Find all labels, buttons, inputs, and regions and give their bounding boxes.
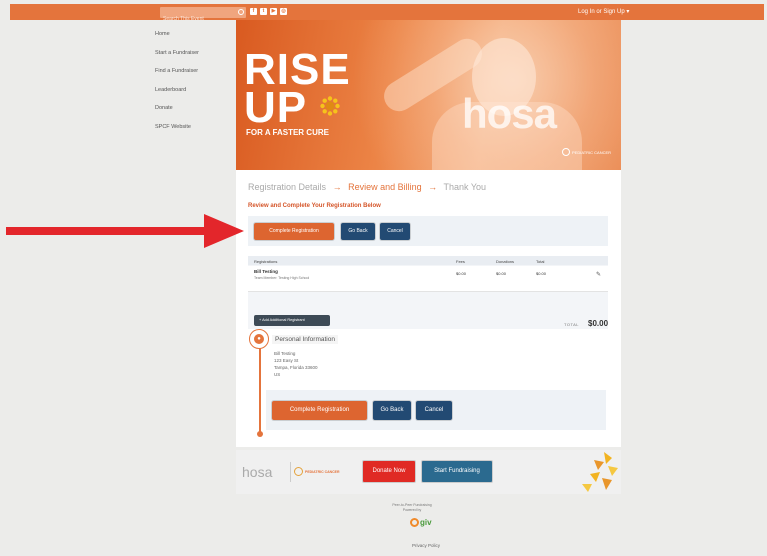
personal-info-city: Tampa, Florida 33600 — [274, 365, 318, 370]
step-thank-you: Thank You — [443, 182, 487, 192]
login-signup-link[interactable]: Log In or Sign Up ▾ — [578, 8, 629, 15]
top-nav-bar: f t ▶ ◎ Log In or Sign Up ▾ — [10, 4, 764, 25]
privacy-policy-link[interactable]: Privacy Policy — [412, 543, 440, 548]
table-header: Registrations Fees Donations Total — [248, 256, 608, 265]
step-registration-details: Registration Details — [248, 182, 327, 192]
hosa-watermark: hosa — [462, 90, 557, 137]
start-fundraising-button[interactable]: Start Fundraising — [422, 461, 492, 482]
timeline-dot — [257, 431, 263, 437]
progress-steps: Registration Details → Review and Billin… — [248, 182, 486, 192]
registrant-fees: $0.00 — [456, 271, 467, 276]
registrant-total: $0.00 — [536, 271, 547, 276]
cancel-button-bottom[interactable]: Cancel — [416, 401, 452, 420]
sidebar-item-donate[interactable]: Donate — [155, 104, 199, 123]
go-back-button[interactable]: Go Back — [341, 223, 375, 240]
cancel-button[interactable]: Cancel — [380, 223, 410, 240]
search-input[interactable] — [160, 13, 236, 25]
table-row: Bill Testing Team Member: Testing High S… — [248, 266, 608, 292]
instagram-icon[interactable]: ◎ — [280, 8, 287, 15]
sidebar-item-spcf-website[interactable]: SPCF Website — [155, 123, 199, 142]
sidebar-item-start-fundraiser[interactable]: Start a Fundraiser — [155, 49, 199, 68]
header-total: Total — [536, 259, 545, 264]
review-heading: Review and Complete Your Registration Be… — [248, 203, 381, 209]
registrant-name: Bill Testing — [254, 269, 278, 274]
sunflower-leaves-decoration — [582, 452, 618, 492]
top-action-bar: Complete Registration Go Back Cancel — [248, 216, 608, 246]
red-arrow-annotation — [6, 214, 244, 248]
registrations-table: Registrations Fees Donations Total Bill … — [248, 256, 608, 329]
twitter-icon[interactable]: t — [260, 8, 267, 15]
add-registrant-button[interactable]: + Add Additional Registrant — [254, 315, 330, 326]
total-label: TOTAL — [564, 322, 580, 327]
donate-now-button[interactable]: Donate Now — [363, 461, 415, 482]
hero-tagline: FOR A FASTER CURE — [246, 128, 329, 137]
personal-info-country: US — [274, 372, 281, 377]
social-links: f t ▶ ◎ — [250, 8, 287, 15]
youtube-icon[interactable]: ▶ — [270, 8, 277, 15]
complete-registration-button[interactable]: Complete Registration — [254, 223, 334, 240]
hosa-logo: hosa — [242, 464, 272, 480]
footer-sponsor-band: hosa PEDIATRIC CANCER Donate Now Start F… — [236, 450, 621, 494]
sidebar-item-home[interactable]: Home — [155, 30, 199, 49]
pediatric-cancer-text: PEDIATRIC CANCER — [305, 469, 340, 474]
personal-info-address: 123 Easy St — [274, 358, 299, 363]
hosa-logo-text: hosa — [242, 464, 273, 480]
timeline-line — [259, 347, 261, 433]
sidebar-nav: Home Start a Fundraiser Find a Fundraise… — [155, 30, 199, 141]
complete-registration-button-bottom[interactable]: Complete Registration — [272, 401, 367, 420]
qgiv-ring-icon — [410, 518, 419, 527]
hero-banner: hosa RISE UP FOR A FASTER CURE PEDIATRIC… — [236, 20, 621, 170]
step-review-billing: Review and Billing — [348, 182, 422, 192]
partner-ring-icon — [562, 148, 570, 156]
sidebar-item-find-fundraiser[interactable]: Find a Fundraiser — [155, 67, 199, 86]
registration-card: hosa RISE UP FOR A FASTER CURE PEDIATRIC… — [236, 20, 621, 447]
header-donations: Donations — [496, 259, 515, 264]
hero-headline-up: UP — [244, 83, 308, 132]
pediatric-cancer-logo: PEDIATRIC CANCER — [294, 467, 340, 476]
go-back-button-bottom[interactable]: Go Back — [373, 401, 411, 420]
total-value: $0.00 — [588, 319, 609, 328]
partner-logo-text: PEDIATRIC CANCER — [572, 149, 612, 155]
qgiv-logo-text: giv — [420, 518, 432, 527]
powered-line-2: Powered by — [402, 507, 422, 512]
header-fees: Fees — [456, 259, 465, 264]
qgiv-logo[interactable]: giv — [410, 518, 432, 527]
facebook-icon[interactable]: f — [250, 8, 257, 15]
search-box[interactable] — [160, 7, 246, 25]
personal-info-title: Personal Information — [272, 335, 338, 344]
sunflower-icon — [320, 96, 340, 116]
step-separator: → — [332, 182, 342, 192]
hero-partner-logo: PEDIATRIC CANCER — [562, 148, 611, 156]
search-icon[interactable] — [238, 9, 244, 15]
sidebar-item-leaderboard[interactable]: Leaderboard — [155, 86, 199, 105]
edit-pencil-icon[interactable]: ✎ — [596, 271, 601, 278]
step-separator: → — [428, 182, 438, 192]
personal-info-name: Bill Testing — [274, 351, 296, 356]
registrant-donations: $0.00 — [496, 271, 507, 276]
header-registrations: Registrations — [254, 259, 278, 264]
registrant-team: Team Member: Testing High School — [254, 276, 310, 280]
person-circle: ● — [249, 329, 269, 349]
sunshine-ring-icon — [294, 467, 303, 476]
footer-divider — [290, 462, 291, 482]
bottom-action-bar: Complete Registration Go Back Cancel — [266, 390, 606, 430]
person-icon: ● — [254, 334, 264, 344]
powered-by-text: Peer-to-Peer Fundraising Powered by — [372, 503, 452, 512]
